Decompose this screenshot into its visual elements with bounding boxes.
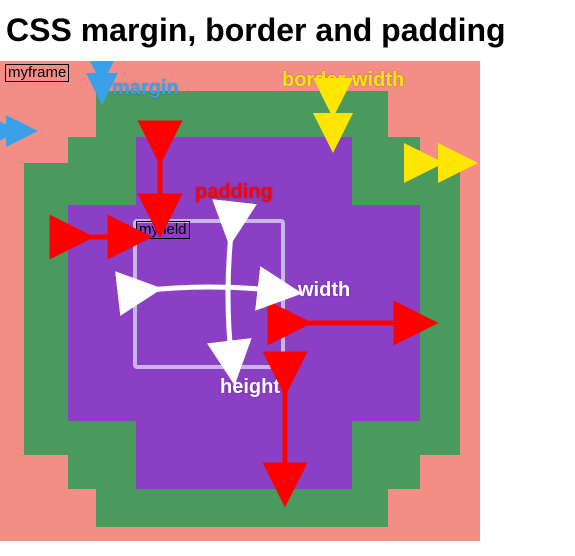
page-title: CSS margin, border and padding [0, 0, 575, 61]
notch [352, 137, 420, 205]
notch [68, 421, 136, 489]
myfield-label: myfield [136, 221, 190, 239]
box-model-diagram: myframe myfield margin border-width padd… [0, 61, 575, 541]
notch [68, 137, 136, 205]
padding-annot: padding [195, 181, 273, 204]
content-box [133, 219, 285, 369]
margin-annot: margin [112, 77, 179, 100]
height-annot: height [220, 376, 280, 399]
notch [352, 421, 420, 489]
myframe-label: myframe [5, 64, 69, 82]
width-annot: width [298, 279, 350, 302]
border-width-annot: border-width [282, 69, 404, 92]
